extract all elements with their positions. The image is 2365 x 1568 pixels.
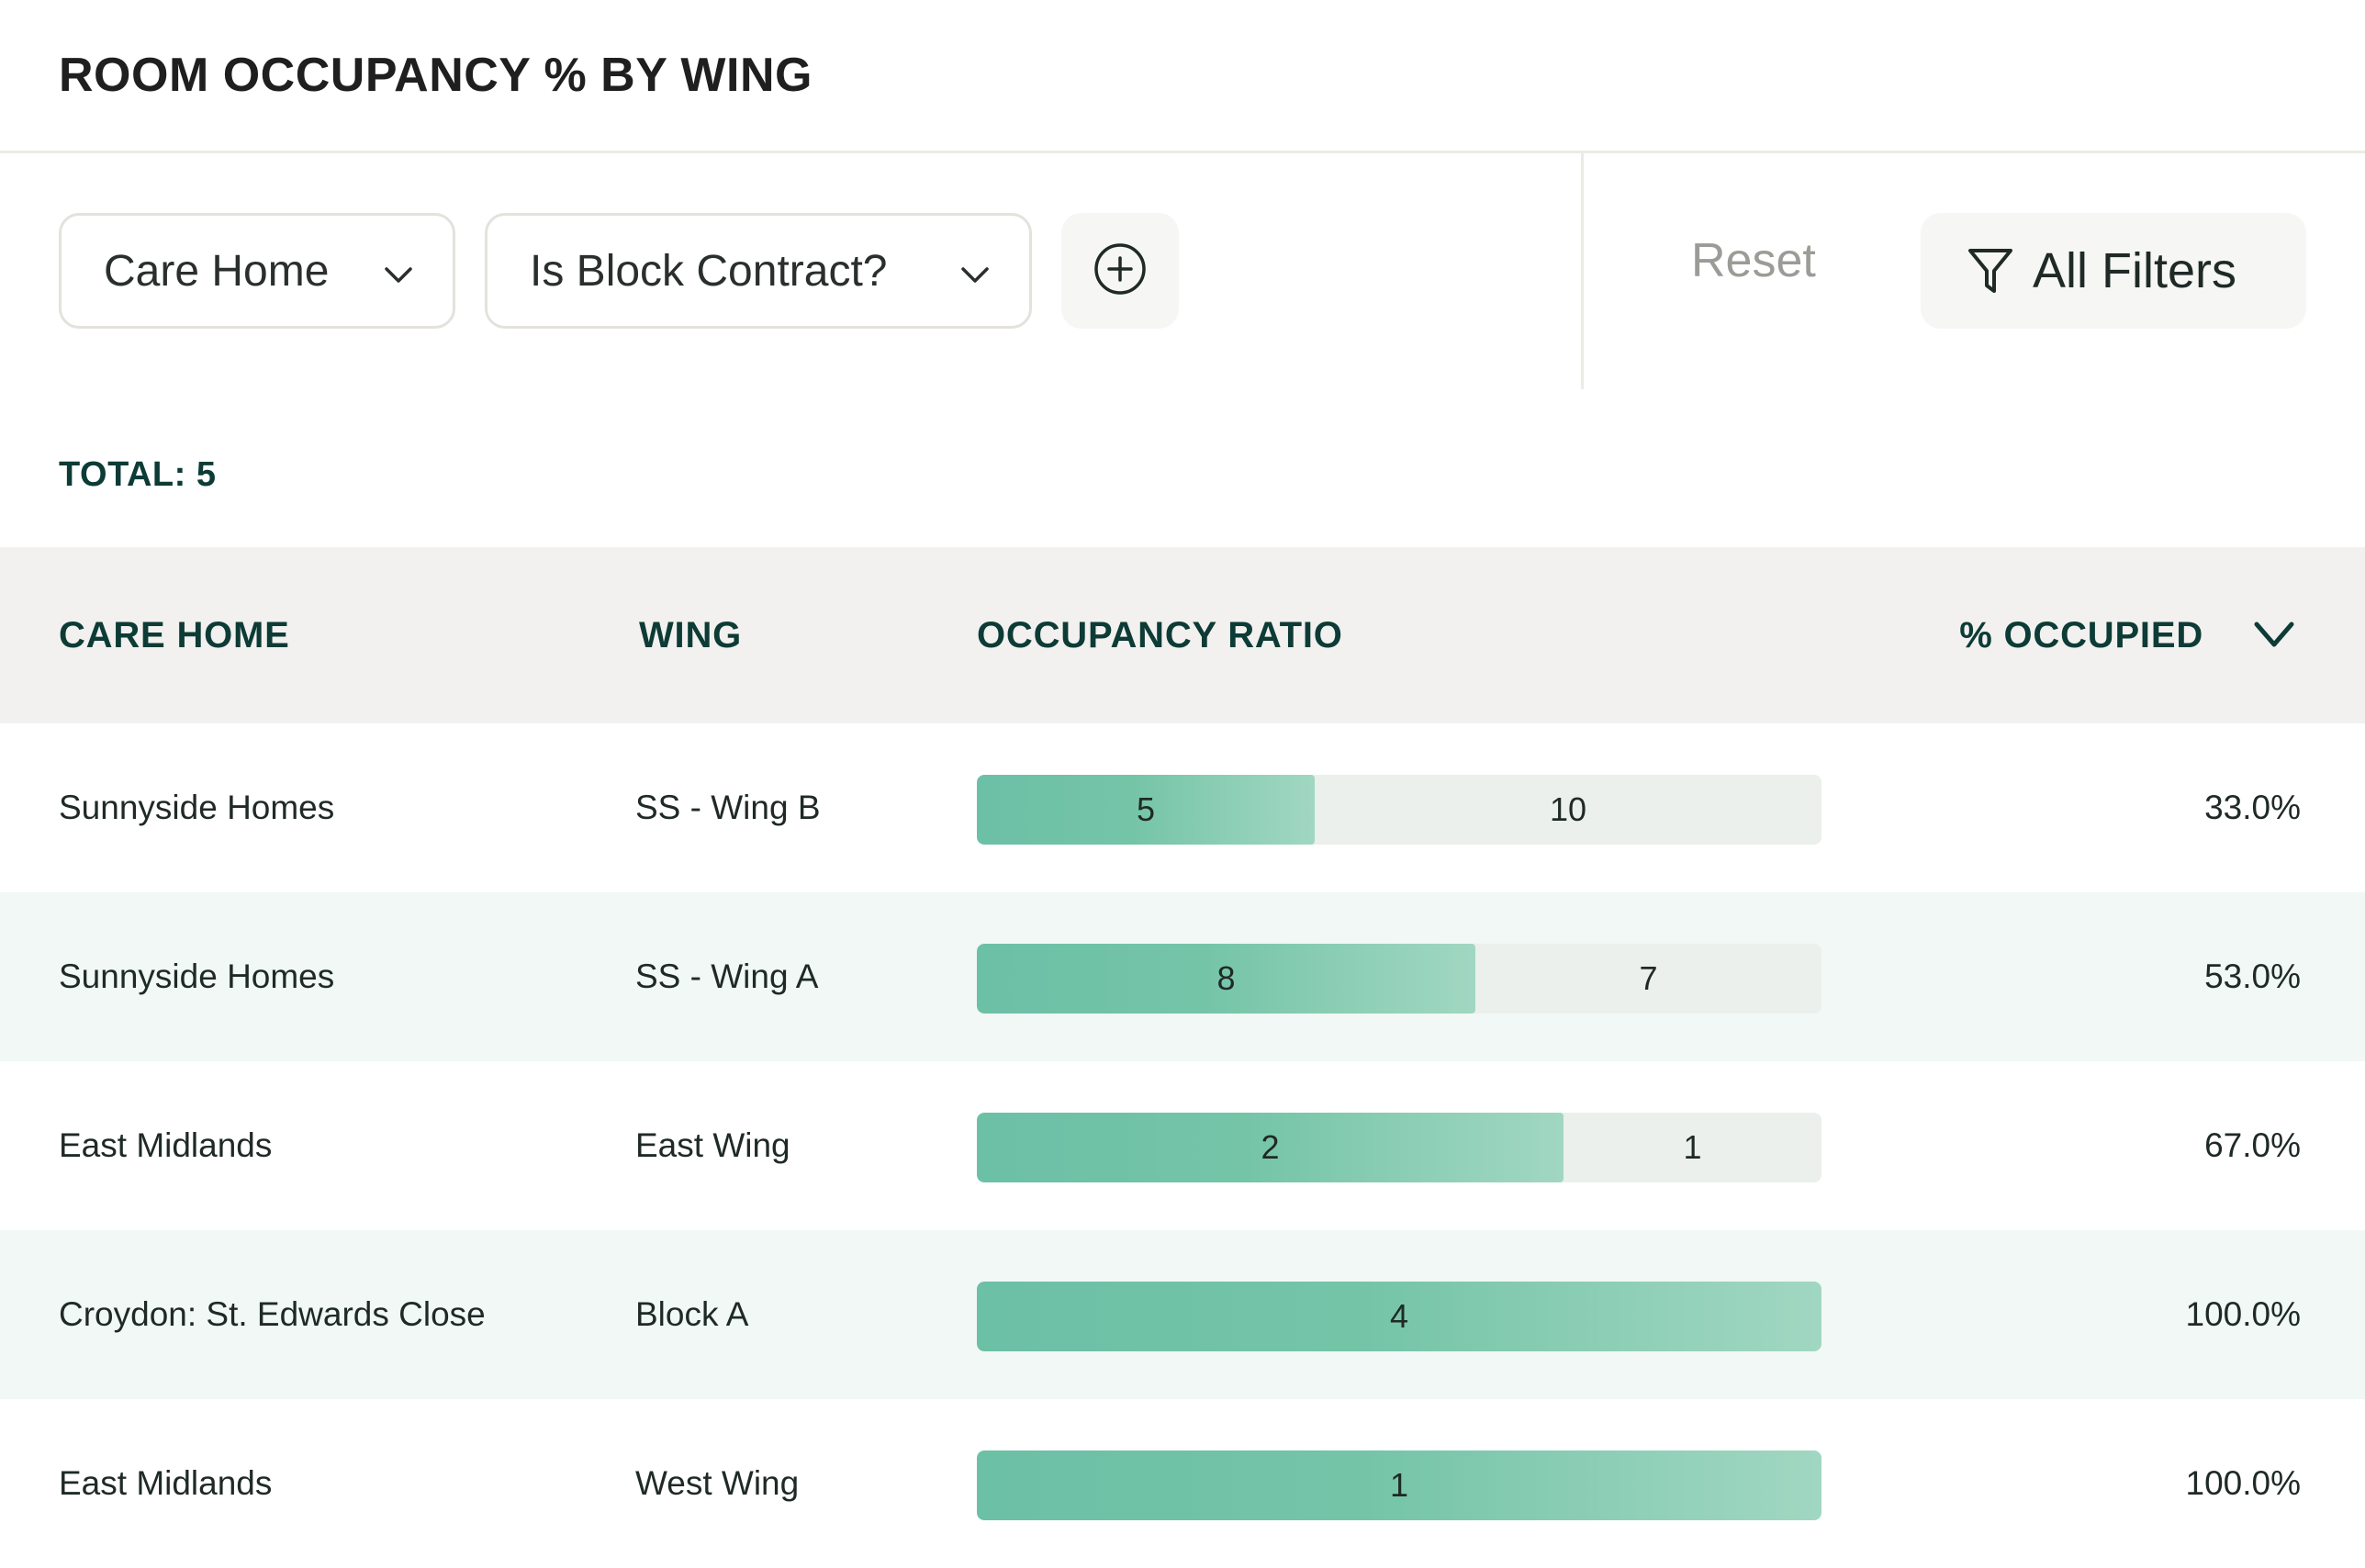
total-count: TOTAL: 5 <box>59 455 217 494</box>
occupied-count-label: 4 <box>1389 1297 1409 1335</box>
vacant-count-label: 7 <box>1639 959 1658 997</box>
add-filter-button[interactable] <box>1061 213 1179 329</box>
wing-cell: SS - Wing A <box>635 958 819 995</box>
reset-button[interactable]: Reset <box>1691 233 1816 288</box>
occupied-count-label: 1 <box>1389 1466 1409 1504</box>
all-filters-button[interactable]: All Filters <box>1921 213 2306 329</box>
block-contract-filter-label: Is Block Contract? <box>530 246 888 296</box>
pct-occupied-cell: 100.0% <box>2185 1464 2302 1502</box>
vacant-count-label: 1 <box>1683 1128 1702 1166</box>
occupied-count-label: 2 <box>1261 1128 1280 1166</box>
occupancy-bar-track: 4 <box>977 1282 1821 1351</box>
wing-cell: SS - Wing B <box>635 789 821 826</box>
care-home-cell: Sunnyside Homes <box>59 789 335 826</box>
occupancy-bar-track: 5 10 <box>977 775 1821 845</box>
column-header-occupancy-ratio[interactable]: OCCUPANCY RATIO <box>977 547 1343 723</box>
all-filters-label: All Filters <box>2033 243 2237 298</box>
column-header-wing[interactable]: WING <box>639 547 742 723</box>
pct-occupied-cell: 53.0% <box>2204 958 2301 995</box>
table-row[interactable]: Sunnyside Homes SS - Wing B 5 10 33.0% <box>0 723 2365 892</box>
wing-cell: East Wing <box>635 1126 790 1164</box>
chevron-down-icon <box>385 267 412 295</box>
vacant-count-label: 10 <box>1549 790 1587 828</box>
page-title: ROOM OCCUPANCY % BY WING <box>59 49 813 102</box>
block-contract-filter-dropdown[interactable]: Is Block Contract? <box>485 213 1032 329</box>
plus-circle-icon <box>1093 241 1148 301</box>
care-home-cell: Sunnyside Homes <box>59 958 335 995</box>
table-header: CARE HOME WING OCCUPANCY RATIO % OCCUPIE… <box>0 547 2365 723</box>
table-row[interactable]: Croydon: St. Edwards Close Block A 4 100.0% <box>0 1230 2365 1399</box>
filter-bar-divider <box>1581 152 1584 389</box>
care-home-cell: East Midlands <box>59 1126 273 1164</box>
column-header-care-home[interactable]: CARE HOME <box>59 547 290 723</box>
care-home-filter-dropdown[interactable]: Care Home <box>59 213 455 329</box>
table-row[interactable]: Sunnyside Homes SS - Wing A 8 7 53.0% <box>0 892 2365 1061</box>
wing-cell: Block A <box>635 1295 749 1333</box>
sort-chevron-down-icon[interactable] <box>2251 617 2297 654</box>
care-home-filter-label: Care Home <box>104 246 330 296</box>
occupancy-bar-track: 87 <box>977 944 1821 1014</box>
title-divider <box>0 151 2365 153</box>
chevron-down-icon <box>961 267 989 295</box>
funnel-icon <box>1967 245 2014 297</box>
care-home-cell: East Midlands <box>59 1464 273 1502</box>
pct-occupied-cell: 33.0% <box>2204 789 2301 826</box>
column-header-pct-occupied[interactable]: % OCCUPIED <box>1959 547 2203 723</box>
occupied-count-label: 5 <box>1136 790 1156 828</box>
occupancy-bar-track: 21 <box>977 1113 1821 1182</box>
pct-occupied-cell: 67.0% <box>2204 1126 2301 1164</box>
occupancy-bar-track: 1 <box>977 1450 1821 1520</box>
care-home-cell: Croydon: St. Edwards Close <box>59 1295 486 1333</box>
table-row[interactable]: East Midlands East Wing 2 1 67.0% <box>0 1061 2365 1230</box>
pct-occupied-cell: 100.0% <box>2185 1295 2302 1333</box>
table-row[interactable]: East Midlands West Wing 1 100.0% <box>0 1399 2365 1568</box>
occupied-count-label: 8 <box>1216 959 1236 997</box>
wing-cell: West Wing <box>635 1464 800 1502</box>
